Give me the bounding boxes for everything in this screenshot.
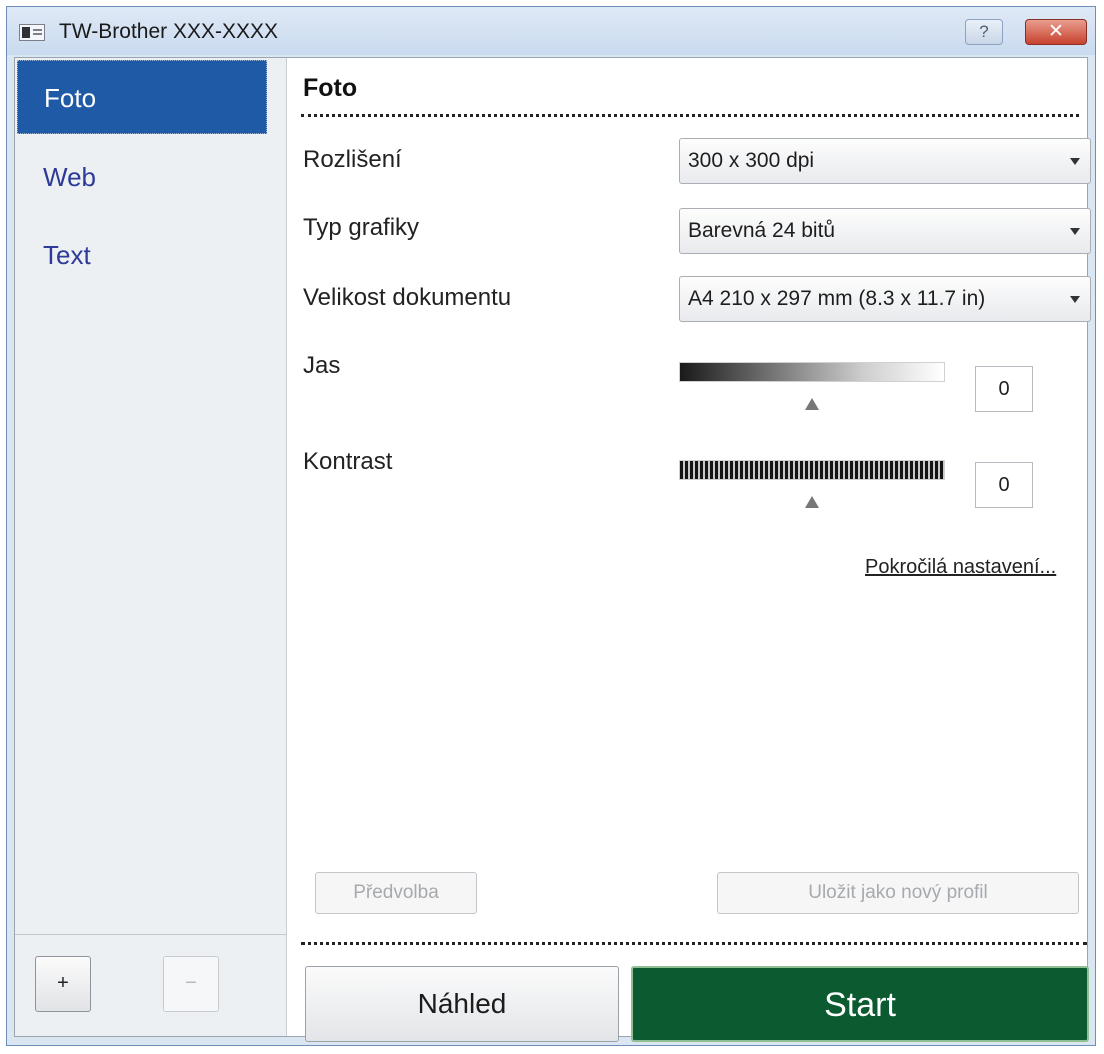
resolution-value: 300 x 300 dpi	[688, 149, 815, 172]
settings-panel: Foto Rozlišení 300 x 300 dpi Typ grafiky…	[287, 58, 1091, 1042]
doc-size-label: Velikost dokumentu	[303, 284, 512, 311]
window-title: TW-Brother XXX-XXXX	[59, 20, 279, 43]
sidebar-item-text[interactable]: Text	[17, 218, 267, 292]
help-button[interactable]: ?	[965, 19, 1003, 45]
color-type-value: Barevná 24 bitů	[688, 219, 836, 242]
sidebar-item-label: Web	[43, 162, 96, 192]
sidebar-item-label: Text	[43, 240, 91, 270]
close-button[interactable]: ✕	[1025, 19, 1087, 45]
color-type-label: Typ grafiky	[303, 214, 420, 241]
sidebar-divider	[15, 934, 286, 935]
color-type-dropdown[interactable]: Barevná 24 bitů	[679, 208, 1091, 254]
start-button[interactable]: Start	[631, 966, 1089, 1042]
scanner-dialog-window: TW-Brother XXX-XXXX ? ✕ Foto Web Text + …	[6, 6, 1096, 1046]
brightness-slider[interactable]	[679, 362, 945, 382]
profile-sidebar: Foto Web Text + −	[15, 58, 287, 1036]
doc-size-value: A4 210 x 297 mm (8.3 x 11.7 in)	[688, 287, 986, 310]
footer-divider	[301, 942, 1087, 945]
sidebar-item-label: Foto	[44, 83, 97, 113]
preview-button[interactable]: Náhled	[305, 966, 619, 1042]
resolution-label: Rozlišení	[303, 146, 402, 173]
chevron-down-icon	[1070, 296, 1080, 303]
doc-size-dropdown[interactable]: A4 210 x 297 mm (8.3 x 11.7 in)	[679, 276, 1091, 322]
contrast-label: Kontrast	[303, 448, 393, 475]
contrast-value-field[interactable]: 0	[975, 462, 1033, 508]
section-title: Foto	[303, 74, 358, 102]
remove-profile-button[interactable]: −	[163, 956, 219, 1012]
brightness-label: Jas	[303, 352, 341, 379]
sidebar-item-web[interactable]: Web	[17, 140, 267, 214]
resolution-dropdown[interactable]: 300 x 300 dpi	[679, 138, 1091, 184]
save-profile-button[interactable]: Uložit jako nový profil	[717, 872, 1079, 914]
chevron-down-icon	[1070, 228, 1080, 235]
brightness-value-field[interactable]: 0	[975, 366, 1033, 412]
sidebar-item-foto[interactable]: Foto	[17, 60, 267, 134]
contrast-slider-thumb[interactable]	[805, 496, 819, 508]
chevron-down-icon	[1070, 158, 1080, 165]
add-profile-button[interactable]: +	[35, 956, 91, 1012]
app-icon	[19, 24, 45, 41]
title-divider	[301, 114, 1079, 117]
advanced-settings-link[interactable]: Pokročilá nastavení...	[865, 556, 1056, 579]
title-bar[interactable]: TW-Brother XXX-XXXX ? ✕	[7, 7, 1095, 55]
brightness-slider-thumb[interactable]	[805, 398, 819, 410]
contrast-slider[interactable]	[679, 460, 945, 480]
preset-button[interactable]: Předvolba	[315, 872, 477, 914]
dialog-body: Foto Web Text + − Foto Rozlišení 300 x 3…	[14, 57, 1091, 1042]
